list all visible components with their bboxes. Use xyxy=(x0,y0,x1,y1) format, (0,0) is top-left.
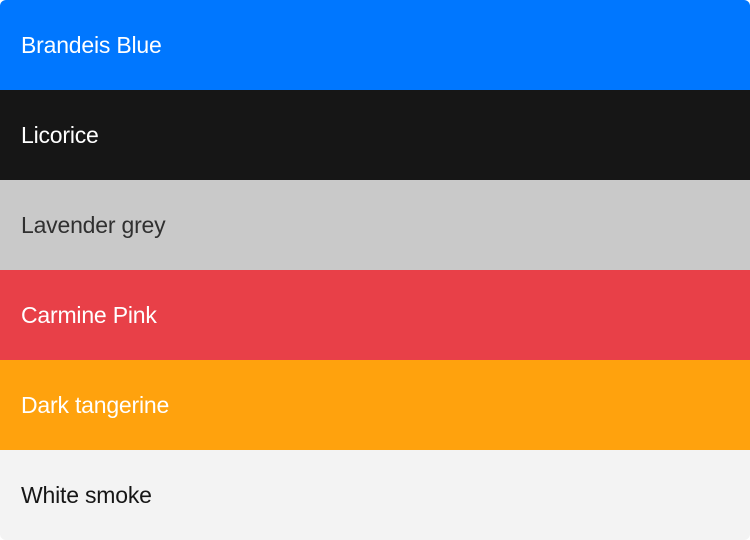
swatch-white-smoke[interactable]: White smoke xyxy=(0,450,750,540)
swatch-label: Licorice xyxy=(21,121,99,148)
swatch-dark-tangerine[interactable]: Dark tangerine xyxy=(0,360,750,450)
swatch-brandeis-blue[interactable]: Brandeis Blue xyxy=(0,0,750,90)
color-palette: Brandeis Blue Licorice Lavender grey Car… xyxy=(0,0,750,540)
swatch-label: White smoke xyxy=(21,481,152,508)
swatch-label: Dark tangerine xyxy=(21,391,170,418)
swatch-lavender-grey[interactable]: Lavender grey xyxy=(0,180,750,270)
swatch-label: Carmine Pink xyxy=(21,301,157,328)
swatch-label: Brandeis Blue xyxy=(21,31,162,58)
swatch-carmine-pink[interactable]: Carmine Pink xyxy=(0,270,750,360)
swatch-licorice[interactable]: Licorice xyxy=(0,90,750,180)
swatch-label: Lavender grey xyxy=(21,211,166,238)
